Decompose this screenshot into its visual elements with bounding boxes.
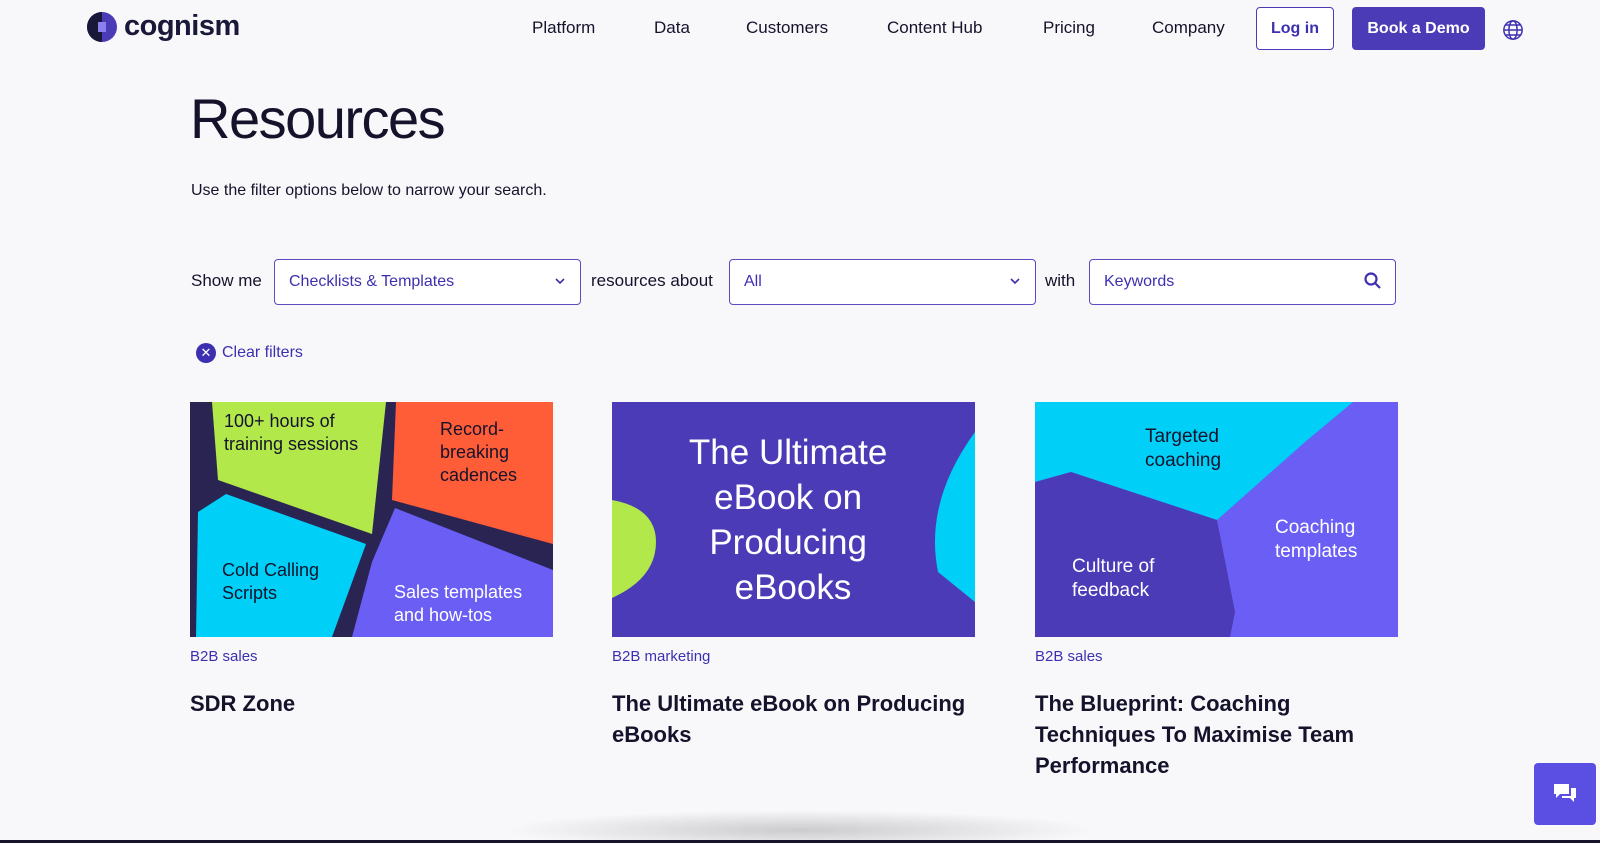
logo[interactable]: cognism — [86, 10, 240, 43]
keyword-placeholder: Keywords — [1104, 273, 1175, 290]
close-icon: ✕ — [196, 343, 216, 363]
brand-name: cognism — [124, 10, 240, 42]
nav-content-hub[interactable]: Content Hub — [887, 18, 982, 38]
with-label: with — [1045, 271, 1076, 290]
chevron-down-icon — [1010, 278, 1020, 285]
resource-card-blueprint[interactable]: Targeted coaching Coaching templates Cul… — [1035, 402, 1398, 637]
cognism-logo-icon — [87, 11, 117, 42]
bottom-shadow — [500, 810, 1100, 843]
nav-platform[interactable]: Platform — [532, 18, 595, 38]
nav-company[interactable]: Company — [1152, 18, 1225, 38]
top-nav: cognism Platform Data Customers Content … — [0, 0, 1600, 58]
topic-select[interactable]: All — [729, 259, 1036, 305]
card-image[interactable]: Targeted coaching Coaching templates Cul… — [1035, 402, 1398, 637]
resource-card-ebook[interactable]: The Ultimate eBook on Producing eBooks — [612, 402, 975, 637]
card2-tag[interactable]: B2B marketing — [612, 648, 710, 665]
show-me-label: Show me — [191, 271, 262, 290]
nav-pricing[interactable]: Pricing — [1043, 18, 1095, 38]
card1-tag[interactable]: B2B sales — [190, 648, 258, 665]
login-button[interactable]: Log in — [1256, 7, 1334, 50]
chat-icon — [1554, 784, 1576, 802]
card1-title[interactable]: SDR Zone — [190, 688, 553, 719]
card-image[interactable]: 100+ hours of training sessions Record- … — [190, 402, 553, 637]
card2-title[interactable]: The Ultimate eBook on Producing eBooks — [612, 688, 975, 750]
card-image[interactable]: The Ultimate eBook on Producing eBooks — [612, 402, 975, 637]
card3-title[interactable]: The Blueprint: Coaching Techniques To Ma… — [1035, 688, 1398, 781]
resource-type-value: Checklists & Templates — [289, 273, 455, 290]
card3-tag[interactable]: B2B sales — [1035, 648, 1103, 665]
book-demo-button[interactable]: Book a Demo — [1352, 7, 1485, 50]
nav-customers[interactable]: Customers — [746, 18, 828, 38]
clear-filters-label: Clear filters — [222, 344, 303, 361]
resource-type-select[interactable]: Checklists & Templates — [274, 259, 581, 305]
search-icon[interactable] — [1363, 271, 1383, 291]
chat-button[interactable] — [1534, 763, 1596, 825]
resource-card-sdr-zone[interactable]: 100+ hours of training sessions Record- … — [190, 402, 553, 637]
chevron-down-icon — [555, 278, 565, 285]
nav-data[interactable]: Data — [654, 18, 690, 38]
page-title: Resources — [190, 87, 446, 150]
topic-value: All — [744, 273, 762, 290]
keyword-search-input[interactable]: Keywords — [1089, 259, 1396, 305]
card1-img-text-1a: 100+ hours of — [224, 411, 336, 431]
globe-icon[interactable] — [1502, 19, 1524, 41]
page-subtitle: Use the filter options below to narrow y… — [191, 182, 547, 199]
resources-about-label: resources about — [591, 271, 713, 290]
clear-filters-button[interactable]: ✕ Clear filters — [196, 343, 303, 363]
